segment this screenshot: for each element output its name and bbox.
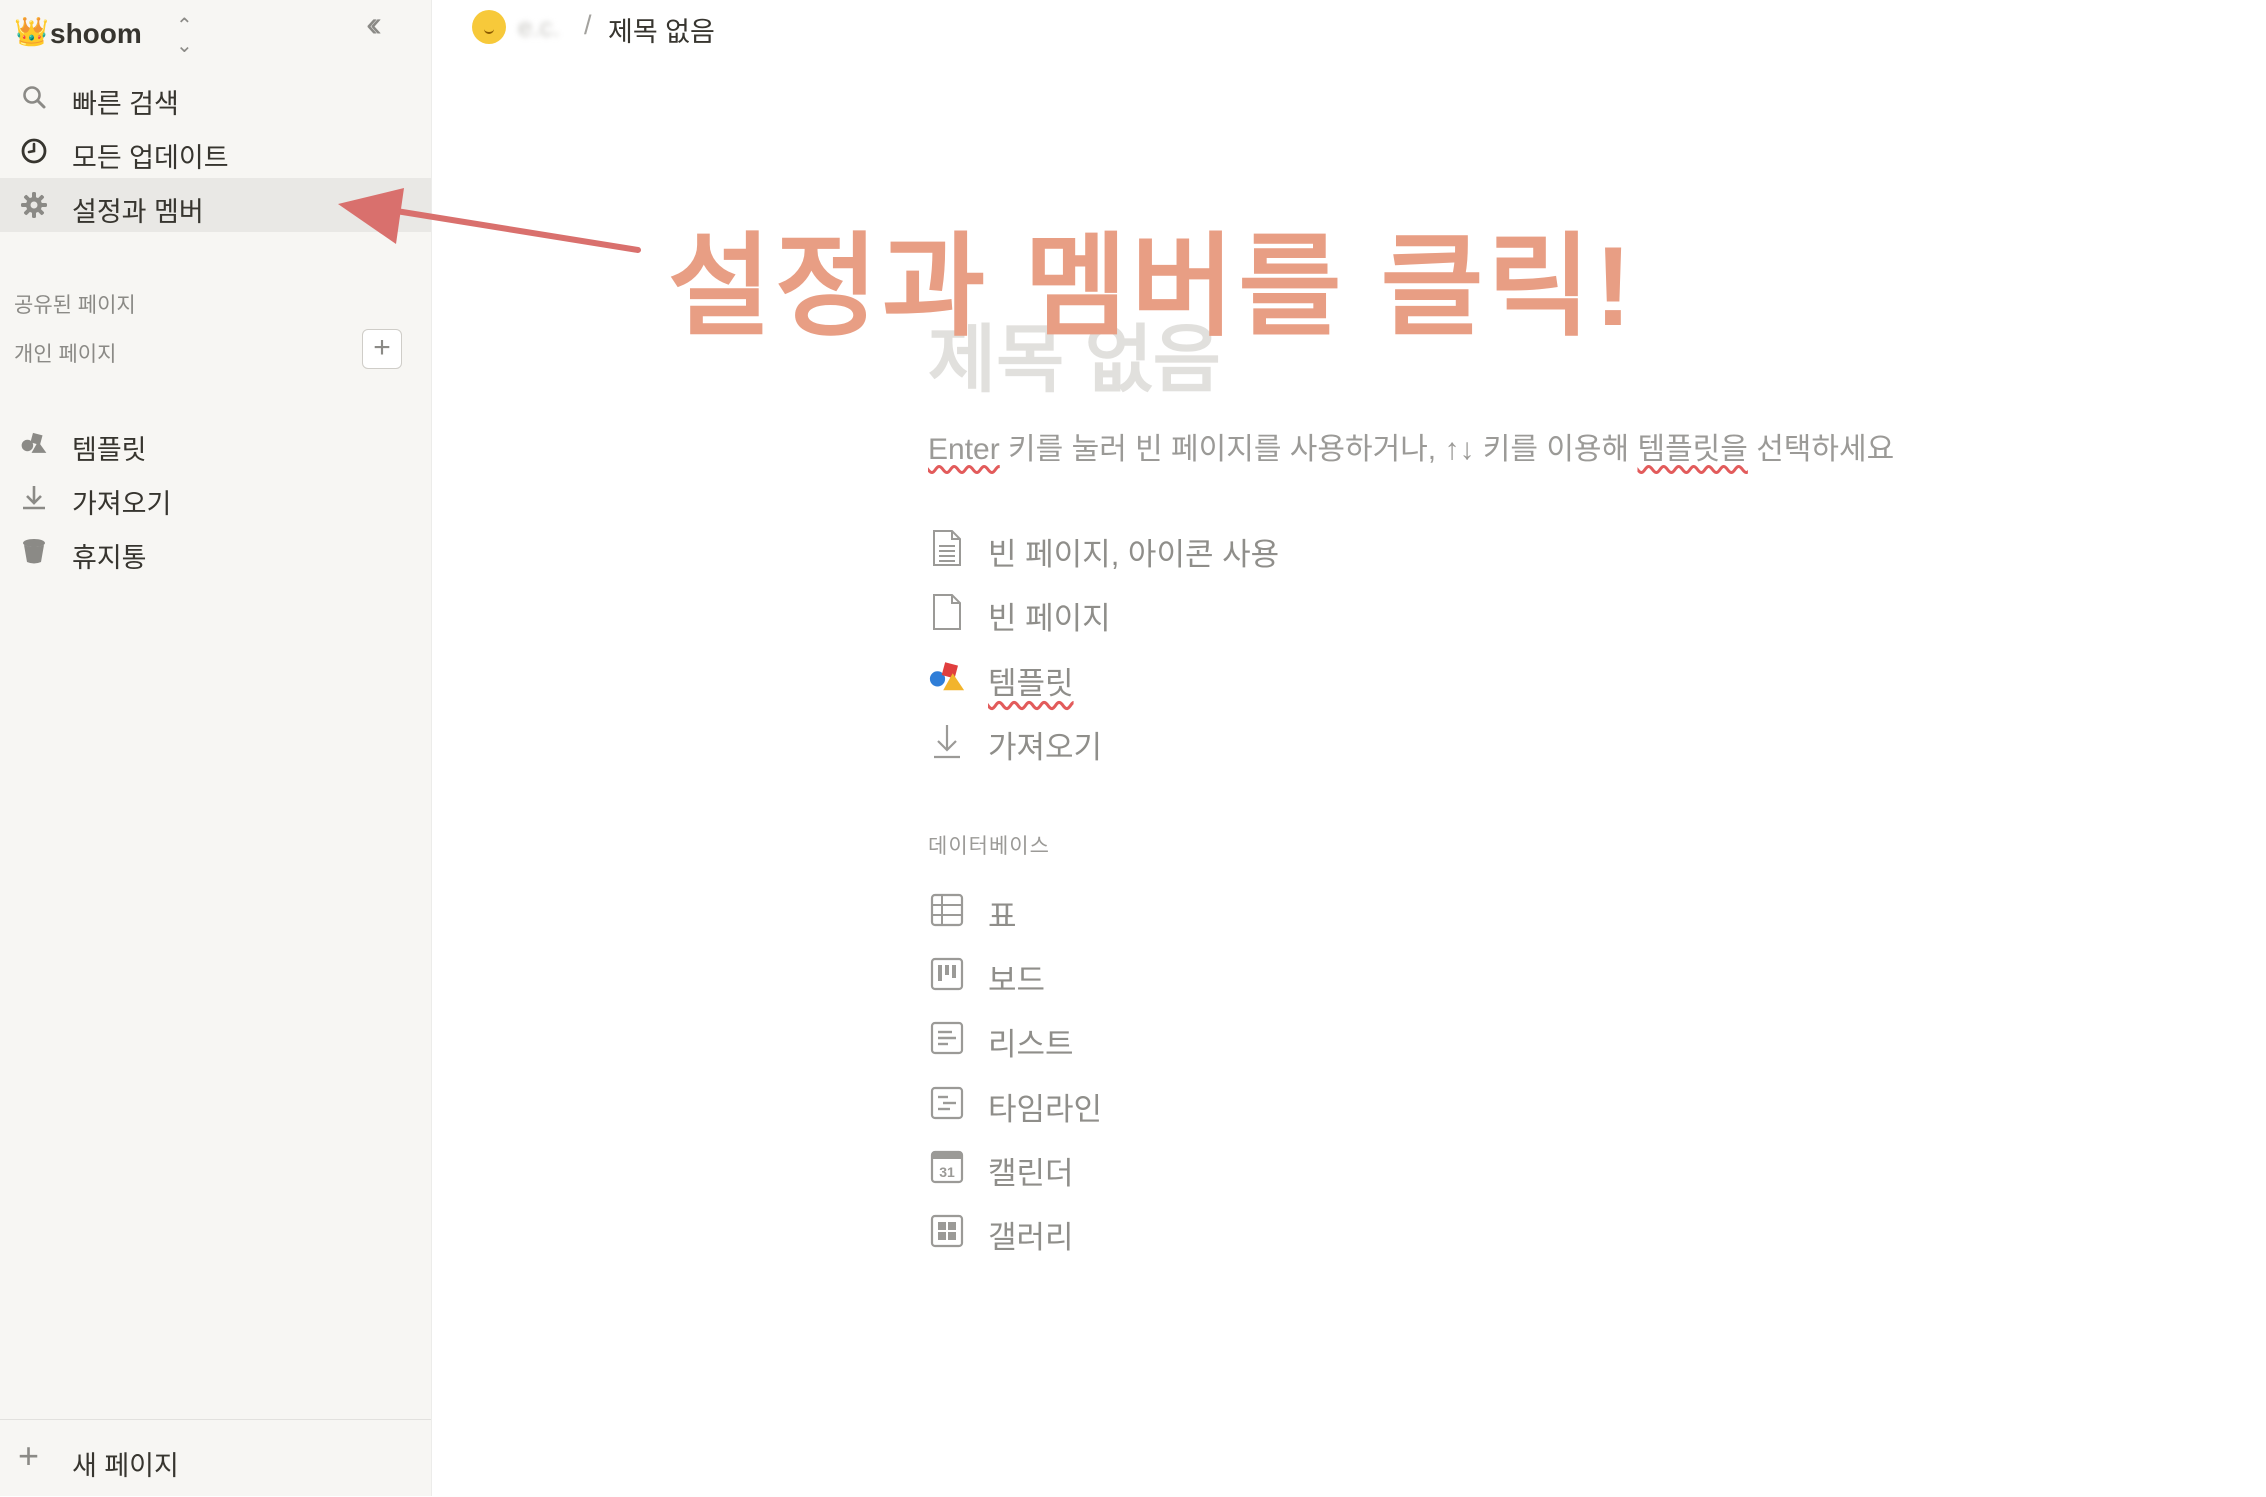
section-shared-pages[interactable]: 공유된 페이지 [14,289,136,319]
breadcrumb-current[interactable]: 제목 없음 [608,10,715,49]
option-label: 가져오기 [988,730,1103,765]
collapse-sidebar-icon[interactable]: ‹‹ [366,6,382,42]
template-shapes-icon [928,657,966,697]
nav-import[interactable]: 가져오기 [0,470,431,524]
option-label: 템플릿 [988,666,1074,701]
section-private-pages[interactable]: 개인 페이지 [14,338,116,368]
db-option-board[interactable]: 보드 [928,949,1045,999]
nav-label: 빠른 검색 [72,89,179,119]
nav-templates[interactable]: 템플릿 [0,416,431,470]
blank-page-icon [928,592,966,632]
trash-icon [20,537,48,565]
download-icon [20,483,48,511]
option-empty[interactable]: 빈 페이지 [928,587,1111,637]
option-label: 빈 페이지 [988,601,1111,636]
calendar-badge: 31 [939,1164,955,1180]
add-private-page-button[interactable]: + [362,329,402,369]
option-empty-with-icon[interactable]: 빈 페이지, 아이콘 사용 [928,523,1279,573]
table-icon [928,890,966,930]
breadcrumb-parent[interactable]: e.c. [518,12,560,43]
db-label: 갤러리 [988,1220,1074,1255]
db-label: 타임라인 [988,1092,1103,1127]
workspace-name: shoom [50,18,142,49]
db-option-calendar[interactable]: 31 캘린더 [928,1142,1074,1192]
new-page-label: 새 페이지 [72,1451,179,1481]
db-option-gallery[interactable]: 갤러리 [928,1206,1074,1256]
hint-suffix: 선택하세요 [1747,433,1895,466]
plus-icon: + [18,1435,40,1476]
clock-icon [20,137,48,165]
hint-word: 템플릿을 [1637,433,1748,466]
db-option-timeline[interactable]: 타임라인 [928,1078,1102,1128]
template-shapes-icon [20,429,48,457]
nav-label: 휴지통 [72,543,147,573]
option-label: 빈 페이지, 아이콘 사용 [988,537,1280,572]
list-icon [928,1018,966,1058]
chevron-updown-icon: ⌃ ⌄ [176,15,193,57]
timeline-icon [928,1083,966,1123]
crown-icon: 👑 [14,16,49,47]
nav-label: 설정과 멤버 [72,197,204,227]
breadcrumb-separator: / [584,10,592,40]
db-label: 캘린더 [988,1156,1074,1191]
nav-trash[interactable]: 휴지통 [0,524,431,578]
hint-enter: Enter [928,433,1000,466]
option-templates[interactable]: 템플릿 [928,652,1074,702]
database-section-label: 데이터베이스 [928,835,1050,858]
new-page-button[interactable]: + 새 페이지 [0,1419,431,1497]
search-icon [20,83,48,111]
nav-label: 모든 업데이트 [72,143,229,173]
option-import[interactable]: 가져오기 [928,716,1102,766]
annotation-arrow [338,188,641,253]
hint-middle: 키를 눌러 빈 페이지를 사용하거나, ↑↓ 키를 이용해 [999,433,1638,466]
workspace-switcher[interactable]: 👑 shoom ⌃ ⌄ [14,10,193,56]
template-hint: Enter 키를 눌러 빈 페이지를 사용하거나, ↑↓ 키를 이용해 템플릿을… [928,424,1894,468]
db-label: 보드 [988,963,1046,998]
calendar-icon: 31 [928,1147,966,1187]
nav-quick-search[interactable]: 빠른 검색 [0,70,431,124]
db-option-list[interactable]: 리스트 [928,1013,1074,1063]
db-label: 리스트 [988,1027,1074,1062]
db-option-table[interactable]: 표 [928,885,1017,935]
slightly-smiling-face-icon[interactable] [472,10,506,44]
gear-icon [20,191,48,219]
download-icon [928,721,966,761]
annotation-text: 설정과 멤버를 클릭! [668,224,1636,349]
nav-label: 템플릿 [72,435,147,465]
nav-all-updates[interactable]: 모든 업데이트 [0,124,431,178]
nav-label: 가져오기 [72,489,172,519]
gallery-icon [928,1211,966,1251]
page-lines-icon [928,528,966,568]
db-label: 표 [988,899,1017,934]
board-icon [928,954,966,994]
